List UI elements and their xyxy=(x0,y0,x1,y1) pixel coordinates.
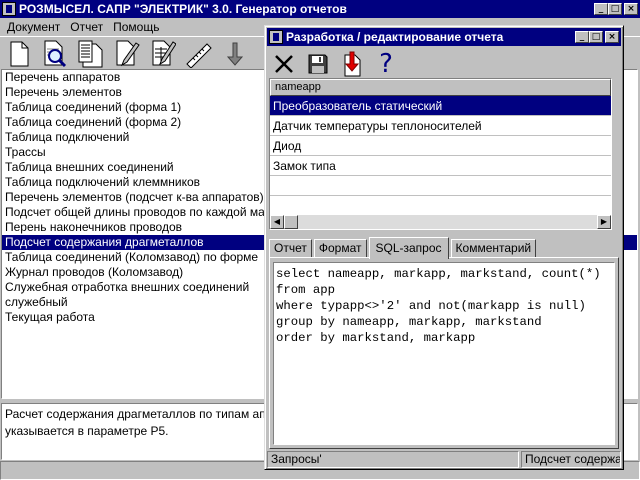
dialog-maximize-button[interactable]: □ xyxy=(589,31,603,43)
sql-editor[interactable]: select nameapp, markapp, markstand, coun… xyxy=(273,262,615,445)
cancel-button[interactable] xyxy=(269,50,299,78)
dialog-minimize-button[interactable]: _ xyxy=(575,31,589,43)
tab-strip: Отчет Формат SQL-запрос Комментарий xyxy=(269,237,538,259)
menu-report[interactable]: Отчет xyxy=(65,20,108,34)
close-x-icon xyxy=(275,55,293,73)
edit-button[interactable] xyxy=(112,39,142,69)
export-button[interactable] xyxy=(337,50,367,78)
minimize-button[interactable]: _ xyxy=(594,3,608,15)
dialog-title-bar: Разработка / редактирование отчета _ □ × xyxy=(267,28,621,46)
dialog-toolbar: ? xyxy=(269,50,619,78)
dialog-close-button[interactable]: × xyxy=(605,31,619,43)
status-queries: Запросы' xyxy=(267,451,519,468)
grid-column-header[interactable]: nameapp xyxy=(270,79,611,96)
grid-row[interactable]: Замок типа xyxy=(270,156,611,176)
sql-line: select nameapp, markapp, markstand, coun… xyxy=(276,267,601,281)
scroll-thumb[interactable] xyxy=(284,215,298,229)
sql-line: from app xyxy=(276,283,336,297)
save-icon xyxy=(308,54,328,74)
preview-icon xyxy=(44,40,67,67)
data-grid[interactable]: nameapp Преобразователь статический Датчи… xyxy=(269,78,612,230)
main-title-bar: РОЗМЫСЕЛ. САПР "ЭЛЕКТРИК" 3.0. Генератор… xyxy=(0,0,640,18)
arrow-down-icon xyxy=(226,42,244,66)
grid-row[interactable]: Диод xyxy=(270,136,611,156)
grid-row[interactable]: Преобразователь статический xyxy=(270,96,611,116)
close-button[interactable]: × xyxy=(624,3,638,15)
grid-horizontal-scrollbar[interactable]: ◀ ▶ xyxy=(270,215,611,229)
grid-row[interactable]: Датчик температуры теплоносителей xyxy=(270,116,611,136)
sql-line: where typapp<>'2' and not(markapp is nul… xyxy=(276,299,586,313)
scroll-track[interactable] xyxy=(298,215,597,229)
scroll-right-icon[interactable]: ▶ xyxy=(597,215,611,229)
report-icon xyxy=(78,40,103,67)
dialog-title: Разработка / редактирование отчета xyxy=(286,30,504,44)
new-document-button[interactable] xyxy=(4,39,34,69)
export-icon xyxy=(344,51,361,77)
save-button[interactable] xyxy=(303,50,333,78)
help-question-icon: ? xyxy=(379,49,393,79)
help-button[interactable]: ? xyxy=(371,50,401,78)
grid-row[interactable] xyxy=(270,176,611,196)
edit-table-icon xyxy=(152,40,176,65)
tab-format[interactable]: Формат xyxy=(313,239,367,258)
app-icon xyxy=(2,2,16,16)
menu-document[interactable]: Документ xyxy=(2,20,65,34)
sql-line: group by nameapp, markapp, markstand xyxy=(276,315,542,329)
dialog-app-icon xyxy=(269,30,283,44)
report-button[interactable] xyxy=(76,39,106,69)
dialog-status-bar: Запросы' Подсчет содержания драгметаллов xyxy=(267,451,621,468)
move-down-button[interactable] xyxy=(220,39,250,69)
menu-help[interactable]: Помощь xyxy=(108,20,164,34)
main-window-title: РОЗМЫСЕЛ. САПР "ЭЛЕКТРИК" 3.0. Генератор… xyxy=(19,2,347,16)
sql-line: order by markstand, markapp xyxy=(276,331,476,345)
grid-rows: Преобразователь статический Датчик темпер… xyxy=(270,96,611,196)
sql-tab-panel: select nameapp, markapp, markstand, coun… xyxy=(269,257,619,449)
preview-button[interactable] xyxy=(40,39,70,69)
tab-report[interactable]: Отчет xyxy=(269,239,312,258)
edit-icon xyxy=(116,40,140,66)
ruler-icon xyxy=(186,42,212,68)
edit-table-button[interactable] xyxy=(148,39,178,69)
report-editor-dialog: Разработка / редактирование отчета _ □ ×… xyxy=(264,25,624,470)
new-document-icon xyxy=(10,41,29,66)
tab-comment[interactable]: Комментарий xyxy=(450,239,537,258)
scroll-left-icon[interactable]: ◀ xyxy=(270,215,284,229)
status-current-report: Подсчет содержания драгметаллов xyxy=(521,451,621,468)
ruler-button[interactable] xyxy=(184,39,214,69)
tab-sql-query[interactable]: SQL-запрос xyxy=(368,237,449,259)
maximize-button[interactable]: □ xyxy=(608,3,622,15)
